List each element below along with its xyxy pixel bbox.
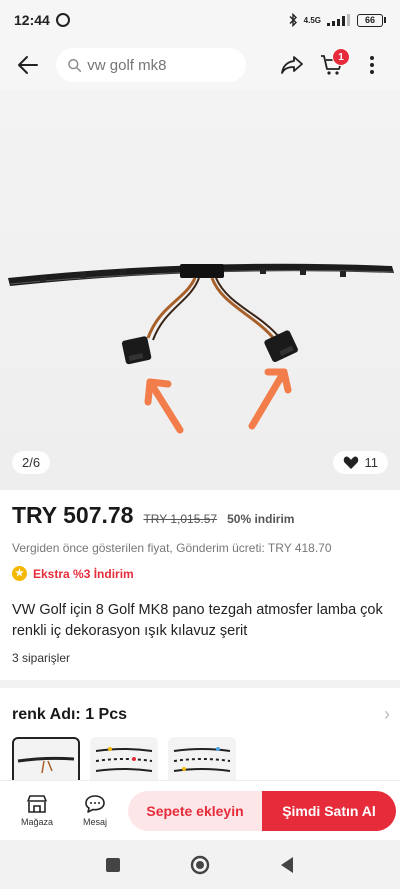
shipping-info: Vergiden önce gösterilen fiyat, Gönderim… — [12, 541, 332, 555]
current-price: TRY 507.78 — [12, 502, 134, 528]
chevron-right-icon: › — [384, 704, 390, 724]
home-button[interactable] — [186, 851, 214, 879]
store-button[interactable]: Mağaza — [8, 794, 66, 827]
section-divider — [0, 680, 400, 688]
product-page: 12:44 4.5G 66 1 — [0, 0, 400, 889]
search-icon — [68, 58, 82, 72]
search-bar[interactable] — [56, 48, 246, 82]
cart-badge: 1 — [332, 48, 350, 66]
extra-discount-badge[interactable]: ★ Ekstra %3 İndirim — [12, 566, 134, 581]
back-button[interactable] — [8, 45, 48, 85]
variant-thumb-image — [17, 756, 75, 774]
variant-thumb[interactable] — [12, 737, 80, 785]
share-icon — [281, 56, 303, 74]
discount-label: 50% indirim — [227, 512, 295, 526]
product-photo — [0, 90, 400, 490]
variant-thumb[interactable] — [90, 737, 158, 785]
original-price: TRY 1,015.57 — [143, 512, 218, 526]
wishlist-count: 11 — [364, 455, 379, 470]
buy-now-button[interactable]: Şimdi Satın Al — [262, 791, 396, 831]
nav-back-button[interactable] — [273, 851, 301, 879]
search-input[interactable] — [87, 56, 234, 74]
variant-thumb-image — [173, 747, 231, 772]
variant-selector[interactable]: renk Adı: 1 Pcs › — [12, 704, 390, 725]
bluetooth-icon — [289, 13, 297, 27]
battery-level: 66 — [357, 13, 383, 27]
star-icon: ★ — [12, 566, 27, 581]
cart-button[interactable]: 1 — [312, 45, 352, 85]
product-image-gallery[interactable]: 2/6 11 — [0, 90, 400, 490]
more-menu-button[interactable] — [352, 45, 392, 85]
bottom-action-bar: Mağaza Mesaj Sepete ekleyin Şimdi Satın … — [0, 780, 400, 840]
store-icon — [27, 795, 47, 813]
back-arrow-icon — [18, 56, 38, 74]
price-row: TRY 507.78 TRY 1,015.57 50% indirim — [12, 502, 294, 529]
heart-icon — [343, 456, 358, 469]
alarm-icon — [55, 13, 70, 27]
store-label: Mağaza — [20, 817, 54, 827]
message-label: Mesaj — [82, 817, 107, 827]
recent-apps-button[interactable] — [99, 851, 127, 879]
image-counter: 2/6 — [12, 451, 51, 474]
extra-discount-label: Ekstra %3 İndirim — [33, 566, 134, 581]
variant-thumbnails — [12, 737, 236, 785]
status-time: 12:44 — [14, 12, 50, 28]
wishlist-button[interactable]: 11 — [332, 451, 388, 474]
square-icon — [106, 857, 121, 872]
product-title: VW Golf için 8 Golf MK8 pano tezgah atmo… — [12, 602, 383, 639]
top-bar: 1 — [0, 40, 400, 90]
network-label: 4.5G — [303, 15, 321, 25]
variant-title: renk Adı: 1 Pcs — [12, 705, 128, 723]
signal-icon — [327, 14, 350, 26]
system-nav-bar — [0, 840, 400, 889]
message-icon — [85, 795, 105, 813]
circle-icon — [190, 855, 210, 874]
status-icons: 4.5G 66 — [288, 13, 386, 27]
triangle-back-icon — [280, 856, 293, 873]
message-button[interactable]: Mesaj — [66, 794, 124, 827]
add-to-cart-button[interactable]: Sepete ekleyin — [128, 791, 262, 831]
more-vertical-icon — [370, 56, 374, 74]
variant-thumb[interactable] — [168, 737, 236, 785]
variant-thumb-image — [95, 747, 153, 772]
share-button[interactable] — [272, 45, 312, 85]
order-count: 3 siparişler — [12, 651, 71, 665]
status-bar: 12:44 4.5G 66 — [0, 0, 400, 40]
battery-icon: 66 — [357, 13, 386, 27]
